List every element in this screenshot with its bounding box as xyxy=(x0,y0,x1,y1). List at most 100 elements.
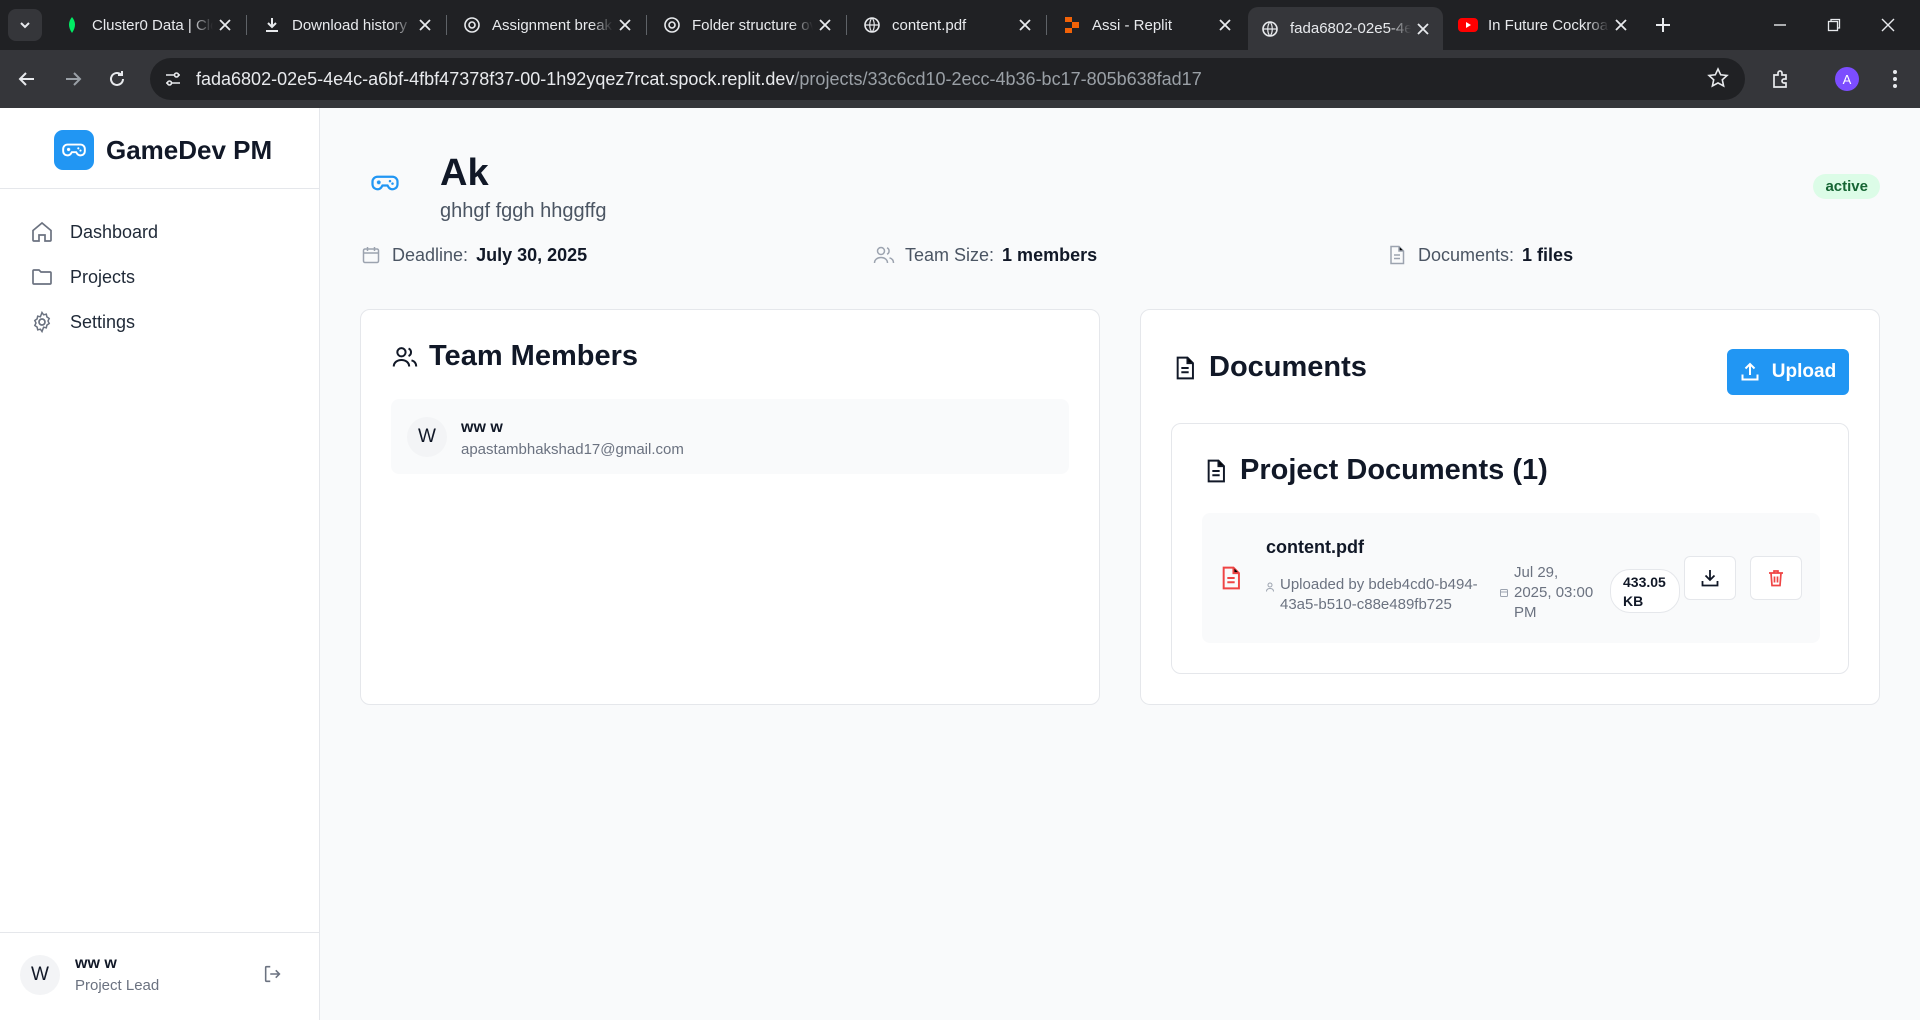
forward-button[interactable] xyxy=(58,64,88,94)
back-button[interactable] xyxy=(12,64,42,94)
documents-label: Documents: xyxy=(1418,244,1515,265)
size-line: KB xyxy=(1623,593,1644,609)
browser-tab-strip: Cluster0 Data | Cloud Download history A… xyxy=(0,0,1920,50)
tab-search-button[interactable] xyxy=(8,9,42,41)
deadline-value: July 30, 2025 xyxy=(476,244,588,265)
home-icon xyxy=(28,218,56,246)
sidebar-item-projects[interactable]: Projects xyxy=(28,260,135,294)
page-title: Ak xyxy=(440,152,489,194)
list-item[interactable]: content.pdf Uploaded by bdeb4cd0-b494- 43… xyxy=(1202,513,1820,643)
upload-label: Upload xyxy=(1771,361,1837,382)
browser-tab[interactable]: In Future Cockroaches xyxy=(1446,8,1641,42)
documents-meta: Documents: 1 files xyxy=(1386,244,1573,266)
profile-avatar[interactable]: A xyxy=(1835,67,1859,91)
users-icon xyxy=(873,244,895,266)
new-tab-button[interactable] xyxy=(1650,12,1676,38)
browser-tab[interactable]: Folder structure overview xyxy=(650,8,845,42)
bookmark-star-icon[interactable] xyxy=(1707,67,1729,94)
file-size-badge: 433.05 KB xyxy=(1610,569,1680,613)
browser-tab[interactable]: Assi - Replit xyxy=(1050,8,1245,42)
member-email: apastambhakshad17@gmail.com xyxy=(461,441,684,458)
plus-icon xyxy=(1656,18,1670,32)
list-item[interactable]: W ww w apastambhakshad17@gmail.com xyxy=(391,399,1069,474)
download-icon xyxy=(262,15,282,35)
browser-tab[interactable]: Download history xyxy=(250,8,445,42)
project-detail: Ak ghhgf fggh hhggffg active Deadline: J… xyxy=(320,108,1920,1020)
tab-title: content.pdf xyxy=(892,16,967,34)
sidebar-item-label: Projects xyxy=(70,266,136,287)
documents-value: 1 files xyxy=(1522,244,1574,265)
browser-toolbar: fada6802-02e5-4e4c-a6bf-4fbf47378f37-00-… xyxy=(0,50,1920,108)
deadline-label: Deadline: xyxy=(392,244,469,265)
url-host: fada6802-02e5-4e4c-a6bf-4fbf47378f37-00-… xyxy=(196,69,795,89)
site-info-icon[interactable] xyxy=(160,66,186,92)
download-icon xyxy=(1701,570,1719,587)
globe-icon xyxy=(1260,19,1280,39)
address-bar[interactable]: fada6802-02e5-4e4c-a6bf-4fbf47378f37-00-… xyxy=(150,58,1745,100)
close-icon[interactable] xyxy=(1013,13,1037,37)
avatar: W xyxy=(407,417,447,457)
card-title: Documents xyxy=(1171,351,1367,384)
restore-button[interactable] xyxy=(1814,10,1854,40)
mongodb-leaf-icon xyxy=(62,15,82,35)
documents-card: Documents Upload Project Documents (1) c… xyxy=(1140,309,1880,705)
member-name: ww w xyxy=(461,419,503,436)
browser-tab[interactable]: Assignment breakdown xyxy=(450,8,645,42)
logout-icon[interactable] xyxy=(262,963,284,990)
delete-button[interactable] xyxy=(1750,556,1802,600)
youtube-icon xyxy=(1458,15,1478,35)
file-text-icon xyxy=(1386,244,1408,266)
close-icon[interactable] xyxy=(213,13,237,37)
chevron-down-icon xyxy=(20,22,30,29)
uploader-line: 43a5-b510-c88e489fb725 xyxy=(1280,596,1452,613)
size-line: 433.05 xyxy=(1623,574,1666,590)
current-user: W ww w Project Lead xyxy=(0,932,319,1020)
close-icon[interactable] xyxy=(413,13,437,37)
project-documents-panel: Project Documents (1) content.pdf Upload… xyxy=(1171,423,1849,674)
tab-title: fada6802-02e5-4e4c xyxy=(1290,20,1411,37)
close-icon[interactable] xyxy=(1609,13,1633,37)
sidebar-item-settings[interactable]: Settings xyxy=(28,305,135,339)
upload-button[interactable]: Upload xyxy=(1727,349,1849,395)
team-members-heading: Team Members xyxy=(429,340,638,372)
pdf-file-icon xyxy=(1220,565,1242,596)
calendar-icon xyxy=(360,244,382,266)
team-size-meta: Team Size: 1 members xyxy=(873,244,1097,266)
date-line: 2025, 03:00 xyxy=(1514,584,1594,601)
browser-menu-button[interactable] xyxy=(1880,64,1910,94)
deadline-meta: Deadline: July 30, 2025 xyxy=(360,244,587,266)
puzzle-icon xyxy=(1773,70,1787,88)
file-text-icon xyxy=(1171,354,1199,382)
minimize-button[interactable] xyxy=(1760,10,1800,40)
user-name: ww w xyxy=(75,955,117,972)
sidebar-item-label: Dashboard xyxy=(70,221,159,242)
close-icon[interactable] xyxy=(613,13,637,37)
replit-icon xyxy=(1062,15,1082,35)
brand-name: GameDev PM xyxy=(106,134,273,165)
close-icon[interactable] xyxy=(1411,17,1435,41)
extensions-button[interactable] xyxy=(1766,64,1796,94)
tab-title: Assignment breakdown xyxy=(492,16,613,34)
browser-tab[interactable]: Cluster0 Data | Cloud xyxy=(50,8,245,42)
sidebar: GameDev PM Dashboard Projects Settings W… xyxy=(0,108,320,1020)
user-role: Project Lead xyxy=(75,977,160,994)
brand[interactable]: GameDev PM xyxy=(54,130,272,170)
sidebar-item-dashboard[interactable]: Dashboard xyxy=(28,215,158,249)
reload-button[interactable] xyxy=(102,64,132,94)
browser-tab-active[interactable]: fada6802-02e5-4e4c xyxy=(1248,7,1443,50)
close-icon[interactable] xyxy=(813,13,837,37)
tab-title: Assi - Replit xyxy=(1092,16,1173,34)
close-icon[interactable] xyxy=(1213,13,1237,37)
team-members-card: Team Members W ww w apastambhakshad17@gm… xyxy=(360,309,1100,705)
more-vertical-icon xyxy=(1893,70,1897,88)
document-date: Jul 29, 2025, 03:00 PM xyxy=(1500,563,1598,623)
team-size-value: 1 members xyxy=(1002,244,1098,265)
project-description: ghhgf fggh hhggffg xyxy=(440,200,607,222)
arrow-left-icon xyxy=(18,72,34,86)
openai-icon xyxy=(462,15,482,35)
browser-tab[interactable]: content.pdf xyxy=(850,8,1045,42)
sidebar-item-label: Settings xyxy=(70,311,136,332)
documents-heading: Documents xyxy=(1209,351,1367,383)
close-window-button[interactable] xyxy=(1868,10,1908,40)
download-button[interactable] xyxy=(1684,556,1736,600)
